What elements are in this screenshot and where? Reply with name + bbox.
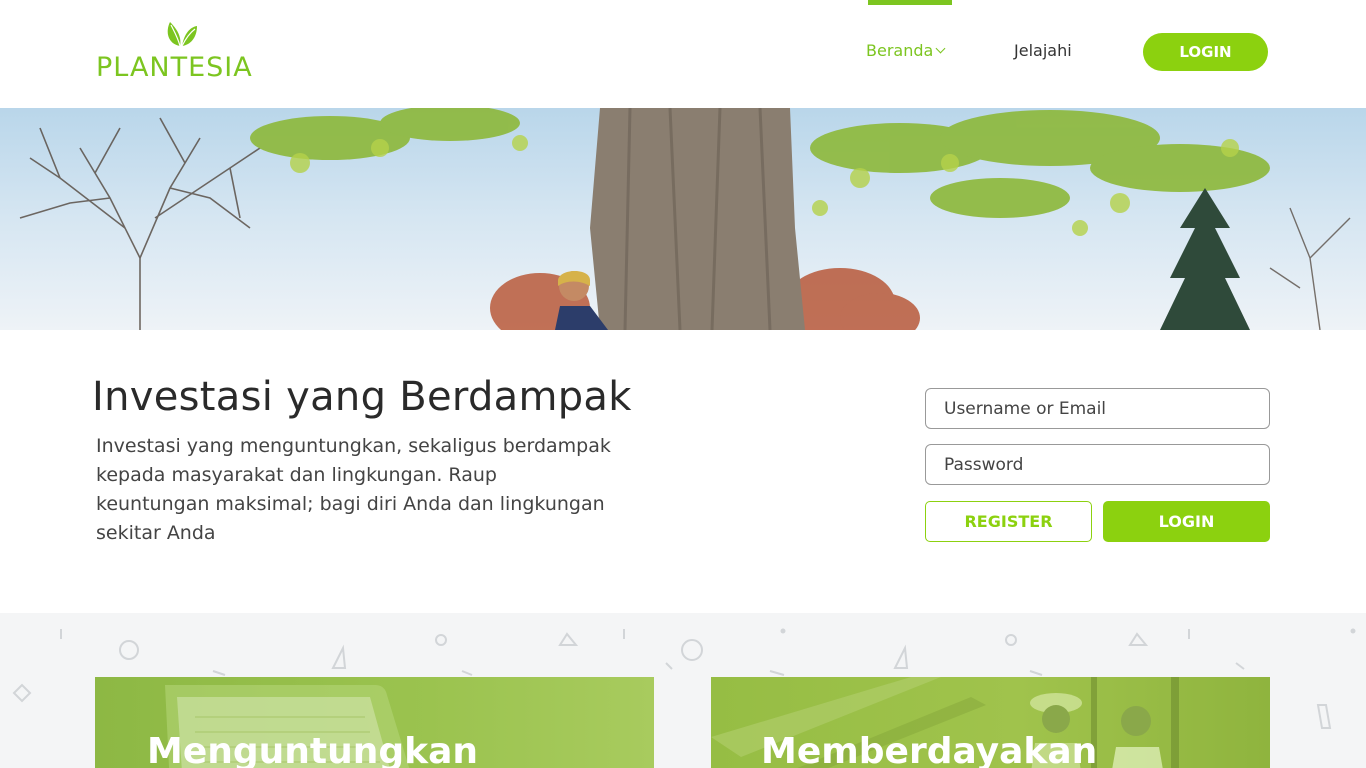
feature-card-memberdayakan[interactable]: Memberdayakan [711, 677, 1270, 768]
leaf-icon [167, 22, 197, 47]
active-nav-indicator [868, 0, 952, 5]
hero-banner-image [0, 108, 1366, 330]
page-title: Investasi yang Berdampak [92, 374, 632, 420]
nav-beranda[interactable]: Beranda [866, 41, 946, 60]
feature-card-title: Menguntungkan [147, 731, 478, 768]
header-login-button[interactable]: LOGIN [1143, 33, 1268, 71]
password-input[interactable] [925, 444, 1270, 485]
site-header: PLANTESIA Beranda Jelajahi LOGIN [0, 0, 1366, 108]
intro-description: Investasi yang menguntungkan, sekaligus … [96, 435, 611, 544]
plantesia-logo[interactable]: PLANTESIA [96, 18, 266, 83]
nav-jelajahi[interactable]: Jelajahi [1014, 41, 1072, 60]
hero-illustration [19, 108, 1351, 330]
nav-beranda-label: Beranda [866, 41, 934, 60]
username-email-input[interactable] [925, 388, 1270, 429]
register-button[interactable]: REGISTER [925, 501, 1092, 542]
brand-name: PLANTESIA [96, 52, 253, 83]
feature-card-title: Memberdayakan [761, 731, 1098, 768]
features-section: Menguntungkan Memberdayakan [0, 613, 1366, 768]
chevron-down-icon [935, 43, 946, 54]
login-button[interactable]: LOGIN [1103, 501, 1270, 542]
feature-card-menguntungkan[interactable]: Menguntungkan [95, 677, 654, 768]
